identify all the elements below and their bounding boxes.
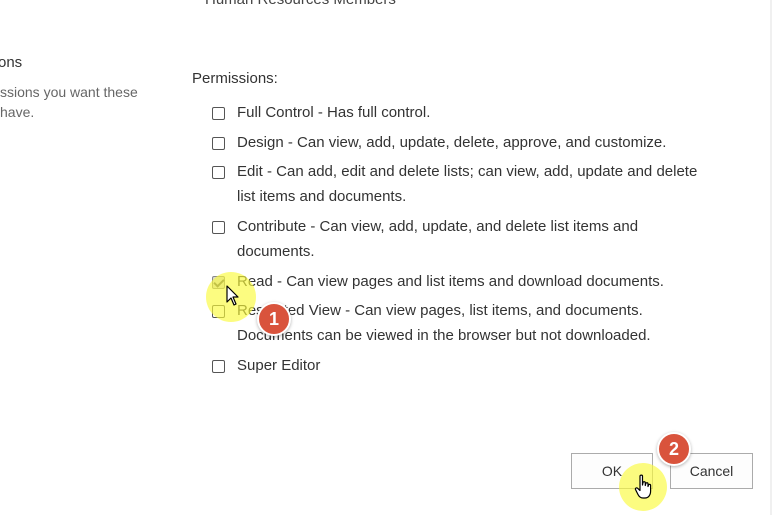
permission-read[interactable]: Read - Can view pages and list items and… [212,273,732,294]
design-checkbox[interactable] [212,137,225,150]
permission-contribute-label: Contribute - Can view, add, update, and … [237,214,732,264]
permission-label-line: Super Editor [237,357,321,374]
step-badge-2: 2 [657,432,691,466]
permission-restricted-view[interactable]: Restricted View - Can view pages, list i… [212,302,732,348]
section-description-line1: ssions you want these [0,84,138,100]
permission-label-line: Contribute - Can view, add, update, and … [237,218,639,235]
right-divider [770,0,772,515]
section-description-line2: have. [0,104,35,120]
contribute-checkbox[interactable] [212,221,225,234]
permission-design[interactable]: Design - Can view, add, update, delete, … [212,134,732,155]
permission-label-line: Read - Can view pages and list items and… [237,273,664,290]
permission-label-line: Design - Can view, add, update, delete, … [237,134,667,151]
permission-label-line: Documents can be viewed in the browser b… [237,327,651,344]
permission-design-label: Design - Can view, add, update, delete, … [237,130,732,155]
section-title: ons [0,54,23,71]
hand-pointer-icon [634,474,652,499]
permission-contribute[interactable]: Contribute - Can view, add, update, and … [212,218,732,264]
permission-restricted-view-label: Restricted View - Can view pages, list i… [237,298,732,348]
permission-full-control-label: Full Control - Has full control. [237,100,732,125]
super-editor-checkbox[interactable] [212,360,225,373]
step-badge-1: 1 [257,302,291,336]
arrow-cursor-icon [226,285,239,306]
permission-label-line: list items and documents. [237,188,407,205]
permission-read-label: Read - Can view pages and list items and… [237,269,732,294]
edit-checkbox[interactable] [212,166,225,179]
section-description: ssions you want these have. [0,82,150,122]
permission-label-line: Restricted View - Can view pages, list i… [237,302,643,319]
permission-super-editor[interactable]: Super Editor [212,357,732,378]
permissions-label: Permissions: [192,70,278,87]
permission-label-line: documents. [237,243,315,260]
permission-super-editor-label: Super Editor [237,353,732,378]
permission-label-line: Full Control - Has full control. [237,104,431,121]
permission-edit-label: Edit - Can add, edit and delete lists; c… [237,159,732,209]
permission-edit[interactable]: Edit - Can add, edit and delete lists; c… [212,163,732,209]
permission-full-control[interactable]: Full Control - Has full control. [212,104,732,125]
permission-label-line: Edit - Can add, edit and delete lists; c… [237,163,698,180]
full-control-checkbox[interactable] [212,107,225,120]
cropped-group-name: Human Resources Members [205,0,396,8]
